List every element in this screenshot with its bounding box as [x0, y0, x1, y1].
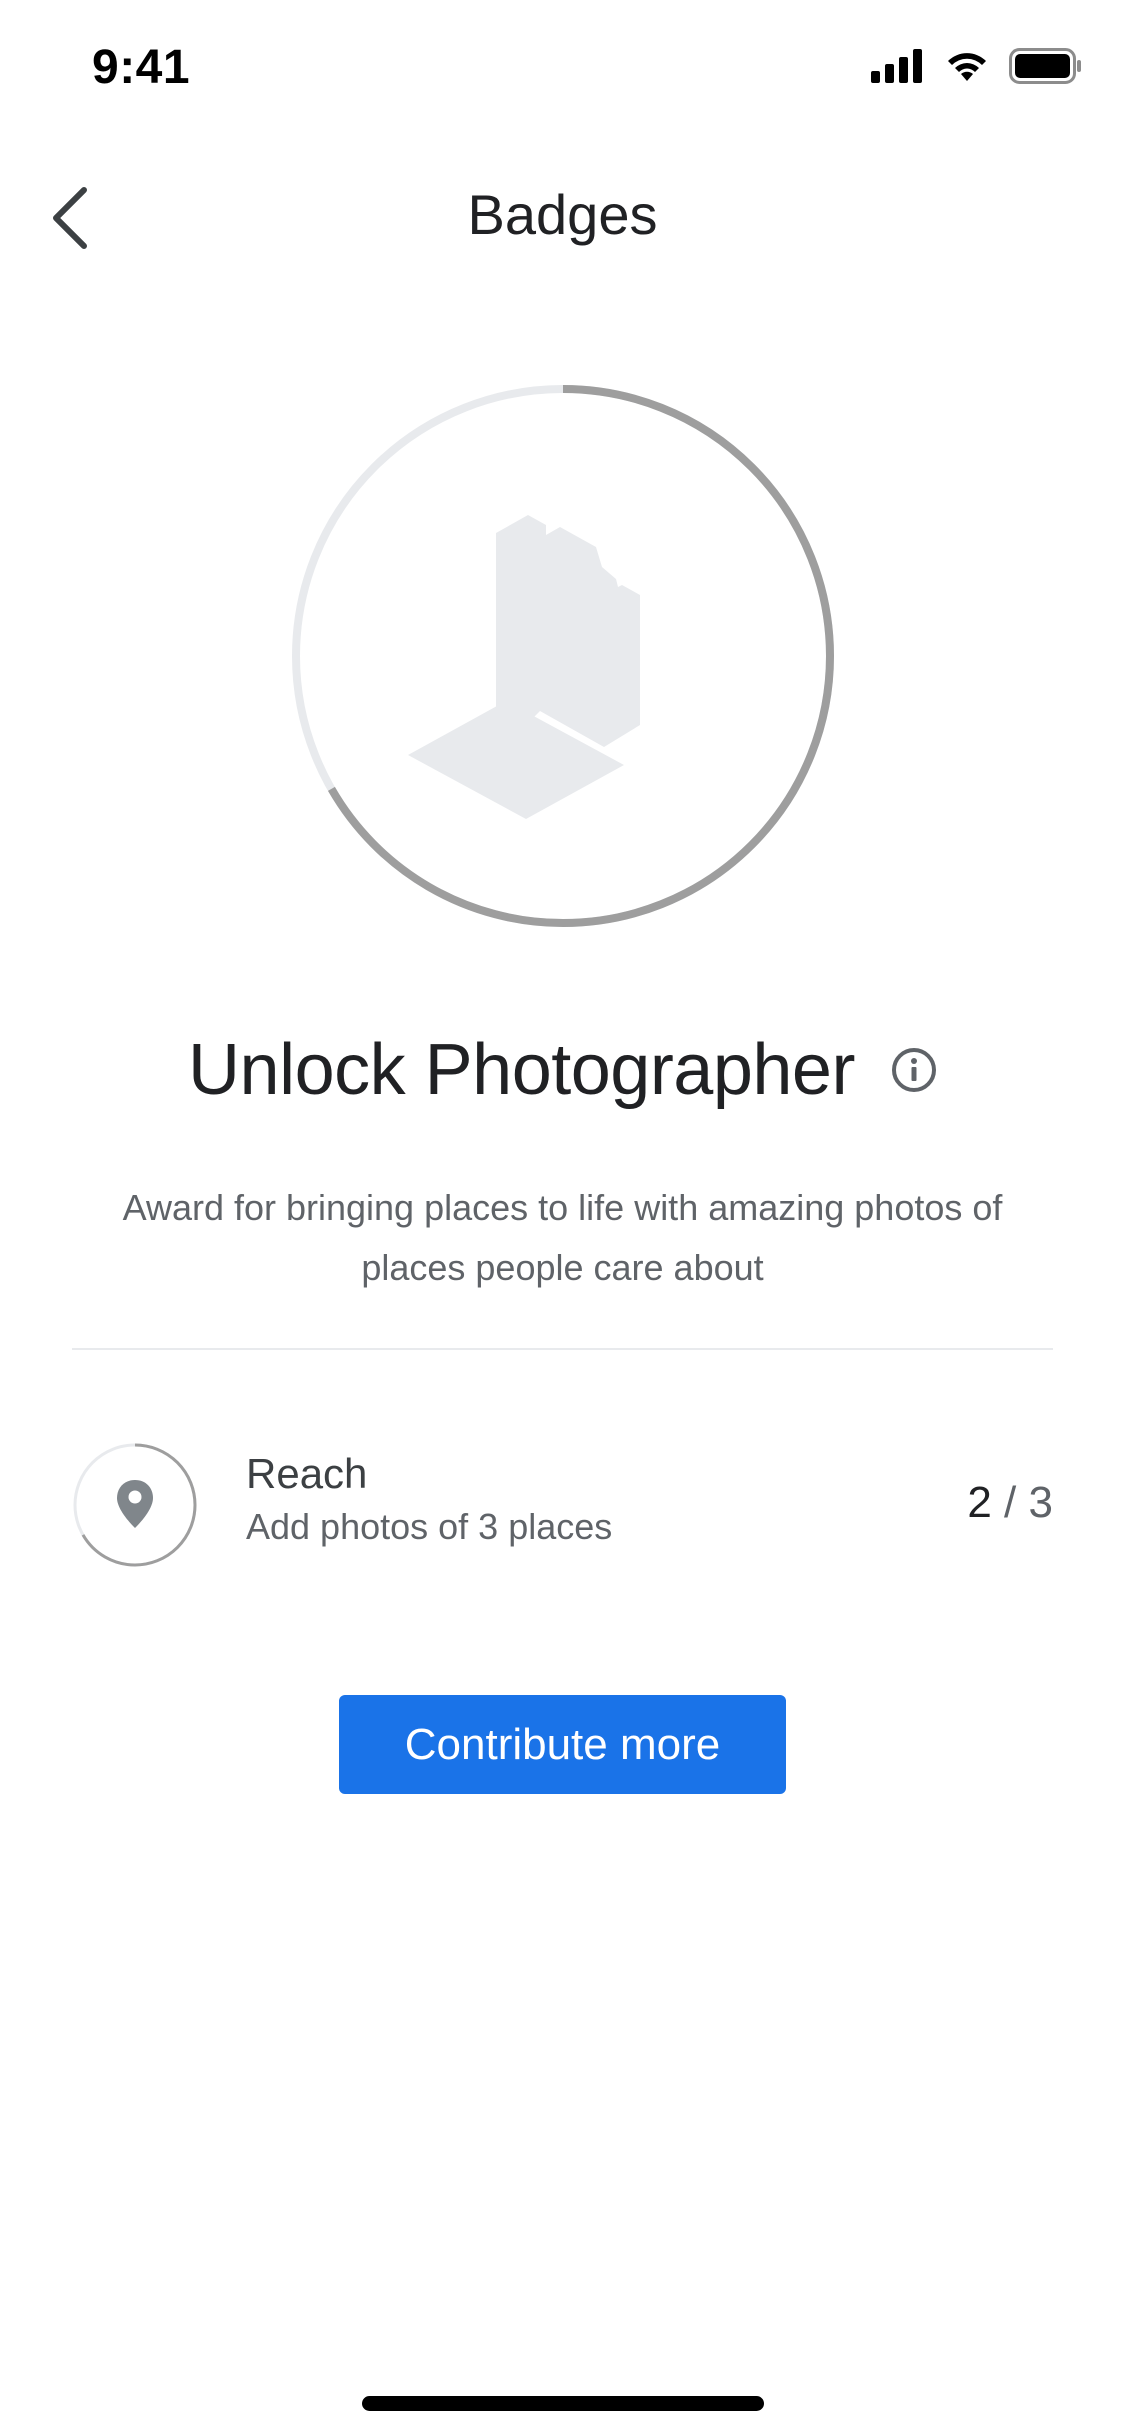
task-progress-count: 2 / 3	[967, 1478, 1053, 1528]
badge-progress-ring	[290, 383, 836, 929]
location-pin-icon	[117, 1480, 153, 1528]
task-progress-total: 3	[1028, 1478, 1053, 1527]
badge-title: Unlock Photographer	[188, 1030, 855, 1110]
info-icon[interactable]	[891, 1047, 937, 1093]
home-indicator	[362, 2396, 764, 2411]
cellular-signal-icon	[871, 49, 925, 88]
contribute-more-button[interactable]: Contribute more	[339, 1695, 786, 1794]
task-progress-current: 2	[967, 1478, 992, 1527]
status-time: 9:41	[92, 41, 191, 94]
badge-title-row: Unlock Photographer	[0, 1020, 1125, 1120]
task-progress-icon	[72, 1442, 198, 1568]
divider	[72, 1348, 1053, 1350]
task-progress-separator: /	[991, 1478, 1029, 1527]
camera-photo-icon	[408, 515, 640, 819]
nav-bar: Badges	[0, 150, 1125, 290]
wifi-icon	[943, 49, 991, 88]
battery-icon	[1009, 48, 1083, 89]
badge-description: Award for bringing places to life with a…	[122, 1187, 1003, 1288]
page-title: Badges	[467, 183, 658, 246]
task-subtitle: Add photos of 3 places	[246, 1506, 613, 1547]
status-bar: 9:41	[0, 0, 1125, 132]
status-icons	[871, 48, 1083, 89]
task-row: Reach Add photos of 3 places 2 / 3	[72, 1440, 1053, 1570]
task-name: Reach	[246, 1450, 368, 1497]
